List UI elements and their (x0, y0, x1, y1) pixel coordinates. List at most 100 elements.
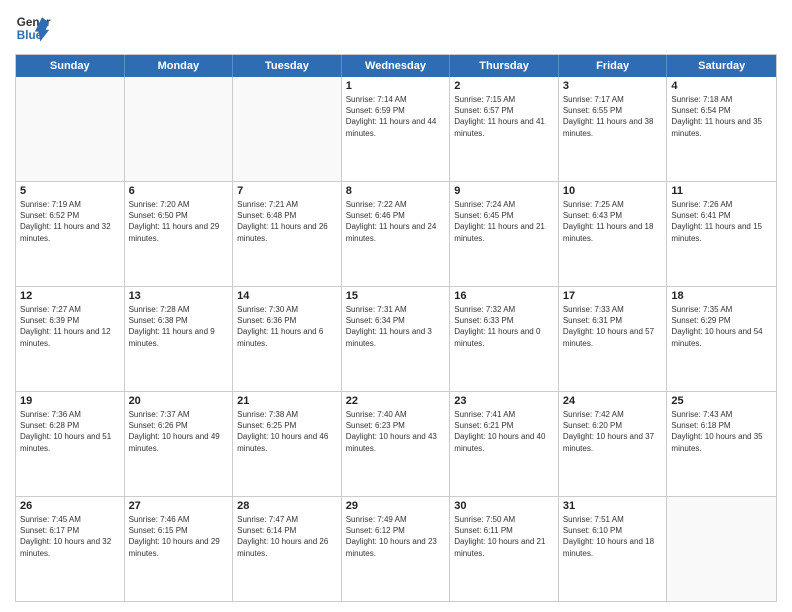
day-info: Sunrise: 7:14 AMSunset: 6:59 PMDaylight:… (346, 94, 446, 139)
day-cell-11: 11 Sunrise: 7:26 AMSunset: 6:41 PMDayligh… (667, 182, 776, 286)
day-cell-3: 3Sunrise: 7:17 AMSunset: 6:55 PMDaylight… (559, 77, 668, 181)
calendar-header: SundayMondayTuesdayWednesdayThursdayFrid… (16, 55, 776, 77)
day-cell-19: 19 Sunrise: 7:36 AMSunset: 6:28 PMDayligh… (16, 392, 125, 496)
day-number: 11 (671, 185, 772, 197)
day-number: 19 (20, 395, 120, 407)
day-number: 9 (454, 185, 554, 197)
day-number: 10 (563, 185, 663, 197)
day-info: Sunrise: 7:50 AMSunset: 6:11 PMDaylight:… (454, 514, 554, 559)
day-info: Sunrise: 7:41 AMSunset: 6:21 PMDaylight:… (454, 409, 554, 454)
day-number: 20 (129, 395, 229, 407)
day-info: Sunrise: 7:36 AMSunset: 6:28 PMDaylight:… (20, 409, 120, 454)
day-info: Sunrise: 7:26 AMSunset: 6:41 PMDaylight:… (671, 199, 772, 244)
day-info: Sunrise: 7:49 AMSunset: 6:12 PMDaylight:… (346, 514, 446, 559)
day-info: Sunrise: 7:20 AMSunset: 6:50 PMDaylight:… (129, 199, 229, 244)
week-row-3: 19 Sunrise: 7:36 AMSunset: 6:28 PMDayligh… (16, 392, 776, 497)
day-number: 8 (346, 185, 446, 197)
logo-icon: General Blue (15, 10, 51, 46)
day-number: 15 (346, 290, 446, 302)
day-cell-28: 28Sunrise: 7:47 AMSunset: 6:14 PMDayligh… (233, 497, 342, 601)
day-cell-15: 15 Sunrise: 7:31 AMSunset: 6:34 PMDayligh… (342, 287, 451, 391)
day-cell-14: 14 Sunrise: 7:30 AMSunset: 6:36 PMDayligh… (233, 287, 342, 391)
empty-cell (667, 497, 776, 601)
day-info: Sunrise: 7:40 AMSunset: 6:23 PMDaylight:… (346, 409, 446, 454)
day-info: Sunrise: 7:18 AMSunset: 6:54 PMDaylight:… (671, 94, 772, 139)
week-row-0: 1 Sunrise: 7:14 AMSunset: 6:59 PMDaylight… (16, 77, 776, 182)
day-info: Sunrise: 7:33 AMSunset: 6:31 PMDaylight:… (563, 304, 663, 349)
day-cell-31: 31 Sunrise: 7:51 AMSunset: 6:10 PMDayligh… (559, 497, 668, 601)
day-info: Sunrise: 7:37 AMSunset: 6:26 PMDaylight:… (129, 409, 229, 454)
day-info: Sunrise: 7:24 AMSunset: 6:45 PMDaylight:… (454, 199, 554, 244)
empty-cell (233, 77, 342, 181)
day-cell-2: 2 Sunrise: 7:15 AMSunset: 6:57 PMDaylight… (450, 77, 559, 181)
header-day-friday: Friday (559, 55, 668, 77)
day-number: 30 (454, 500, 554, 512)
day-info: Sunrise: 7:45 AMSunset: 6:17 PMDaylight:… (20, 514, 120, 559)
day-cell-7: 7 Sunrise: 7:21 AMSunset: 6:48 PMDaylight… (233, 182, 342, 286)
day-cell-27: 27Sunrise: 7:46 AMSunset: 6:15 PMDayligh… (125, 497, 234, 601)
day-cell-12: 12Sunrise: 7:27 AMSunset: 6:39 PMDayligh… (16, 287, 125, 391)
header-day-saturday: Saturday (667, 55, 776, 77)
week-row-1: 5Sunrise: 7:19 AMSunset: 6:52 PMDaylight… (16, 182, 776, 287)
day-number: 27 (129, 500, 229, 512)
day-cell-16: 16Sunrise: 7:32 AMSunset: 6:33 PMDayligh… (450, 287, 559, 391)
day-info: Sunrise: 7:28 AMSunset: 6:38 PMDaylight:… (129, 304, 229, 349)
day-number: 4 (671, 80, 772, 92)
day-info: Sunrise: 7:31 AMSunset: 6:34 PMDaylight:… (346, 304, 446, 349)
day-cell-5: 5Sunrise: 7:19 AMSunset: 6:52 PMDaylight… (16, 182, 125, 286)
day-cell-29: 29 Sunrise: 7:49 AMSunset: 6:12 PMDayligh… (342, 497, 451, 601)
day-cell-13: 13Sunrise: 7:28 AMSunset: 6:38 PMDayligh… (125, 287, 234, 391)
day-info: Sunrise: 7:42 AMSunset: 6:20 PMDaylight:… (563, 409, 663, 454)
header: General Blue (15, 10, 777, 46)
day-number: 2 (454, 80, 554, 92)
day-number: 7 (237, 185, 337, 197)
day-info: Sunrise: 7:25 AMSunset: 6:43 PMDaylight:… (563, 199, 663, 244)
day-info: Sunrise: 7:38 AMSunset: 6:25 PMDaylight:… (237, 409, 337, 454)
day-cell-21: 21 Sunrise: 7:38 AMSunset: 6:25 PMDayligh… (233, 392, 342, 496)
day-number: 25 (671, 395, 772, 407)
day-number: 16 (454, 290, 554, 302)
day-number: 14 (237, 290, 337, 302)
day-info: Sunrise: 7:30 AMSunset: 6:36 PMDaylight:… (237, 304, 337, 349)
week-row-4: 26Sunrise: 7:45 AMSunset: 6:17 PMDayligh… (16, 497, 776, 601)
day-number: 6 (129, 185, 229, 197)
day-info: Sunrise: 7:43 AMSunset: 6:18 PMDaylight:… (671, 409, 772, 454)
header-day-wednesday: Wednesday (342, 55, 451, 77)
day-info: Sunrise: 7:21 AMSunset: 6:48 PMDaylight:… (237, 199, 337, 244)
page: General Blue SundayMondayTuesdayWednesda… (0, 0, 792, 612)
day-info: Sunrise: 7:17 AMSunset: 6:55 PMDaylight:… (563, 94, 663, 139)
day-number: 21 (237, 395, 337, 407)
header-day-tuesday: Tuesday (233, 55, 342, 77)
day-cell-1: 1 Sunrise: 7:14 AMSunset: 6:59 PMDaylight… (342, 77, 451, 181)
day-cell-10: 10 Sunrise: 7:25 AMSunset: 6:43 PMDayligh… (559, 182, 668, 286)
empty-cell (125, 77, 234, 181)
day-number: 22 (346, 395, 446, 407)
day-number: 24 (563, 395, 663, 407)
day-cell-18: 18 Sunrise: 7:35 AMSunset: 6:29 PMDayligh… (667, 287, 776, 391)
day-cell-22: 22 Sunrise: 7:40 AMSunset: 6:23 PMDayligh… (342, 392, 451, 496)
week-row-2: 12Sunrise: 7:27 AMSunset: 6:39 PMDayligh… (16, 287, 776, 392)
day-cell-8: 8Sunrise: 7:22 AMSunset: 6:46 PMDaylight… (342, 182, 451, 286)
day-cell-30: 30 Sunrise: 7:50 AMSunset: 6:11 PMDayligh… (450, 497, 559, 601)
calendar: SundayMondayTuesdayWednesdayThursdayFrid… (15, 54, 777, 602)
day-number: 17 (563, 290, 663, 302)
day-info: Sunrise: 7:51 AMSunset: 6:10 PMDaylight:… (563, 514, 663, 559)
day-number: 23 (454, 395, 554, 407)
day-cell-17: 17 Sunrise: 7:33 AMSunset: 6:31 PMDayligh… (559, 287, 668, 391)
empty-cell (16, 77, 125, 181)
day-info: Sunrise: 7:15 AMSunset: 6:57 PMDaylight:… (454, 94, 554, 139)
day-number: 18 (671, 290, 772, 302)
day-number: 29 (346, 500, 446, 512)
header-day-monday: Monday (125, 55, 234, 77)
day-number: 28 (237, 500, 337, 512)
day-cell-9: 9 Sunrise: 7:24 AMSunset: 6:45 PMDaylight… (450, 182, 559, 286)
day-cell-23: 23 Sunrise: 7:41 AMSunset: 6:21 PMDayligh… (450, 392, 559, 496)
day-cell-6: 6 Sunrise: 7:20 AMSunset: 6:50 PMDaylight… (125, 182, 234, 286)
header-day-sunday: Sunday (16, 55, 125, 77)
day-info: Sunrise: 7:35 AMSunset: 6:29 PMDaylight:… (671, 304, 772, 349)
day-number: 31 (563, 500, 663, 512)
day-number: 1 (346, 80, 446, 92)
header-day-thursday: Thursday (450, 55, 559, 77)
calendar-body: 1 Sunrise: 7:14 AMSunset: 6:59 PMDaylight… (16, 77, 776, 601)
day-cell-26: 26Sunrise: 7:45 AMSunset: 6:17 PMDayligh… (16, 497, 125, 601)
